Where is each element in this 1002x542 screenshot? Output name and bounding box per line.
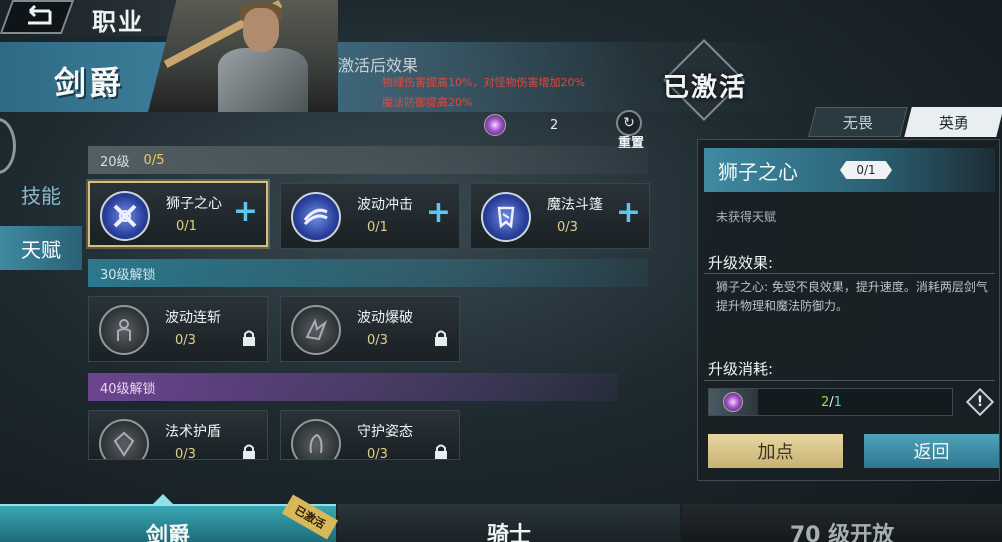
tier-header-30: 30级解锁 xyxy=(88,259,648,287)
wave-burst-icon xyxy=(291,305,341,355)
lion-heart-icon xyxy=(100,191,150,241)
talent-gem-icon xyxy=(723,392,743,412)
tier-header-20: 20级 0/5 xyxy=(88,146,648,174)
lock-icon xyxy=(243,444,255,459)
talent-node-wave-strike[interactable]: 波动冲击 0/1 + xyxy=(280,183,460,249)
lock-icon xyxy=(435,330,447,346)
divider xyxy=(704,380,995,381)
talent-count: 0/1 xyxy=(176,219,197,234)
tier-label: 20级 xyxy=(100,154,130,170)
talent-count: 0/3 xyxy=(557,220,578,235)
spell-shield-icon xyxy=(99,419,149,459)
cost-text: 2/1 xyxy=(821,395,842,410)
activation-effect-line: 魔法防御提高20% xyxy=(382,96,473,109)
lock-icon xyxy=(435,444,447,459)
plus-icon[interactable]: + xyxy=(233,197,258,227)
talent-gem-icon xyxy=(484,114,506,136)
mode-tabs: 无畏 英勇 xyxy=(808,107,1002,137)
talent-name: 魔法斗篷 xyxy=(547,197,603,213)
talent-name: 波动连斩 xyxy=(165,310,221,326)
talent-node-magic-cloak[interactable]: 魔法斗篷 0/3 + xyxy=(470,183,650,249)
activated-badge: 已激活 xyxy=(655,38,755,125)
class-name: 剑爵 xyxy=(54,64,125,102)
talent-count: 0/3 xyxy=(367,447,388,460)
detail-header: 狮子之心 0/1 xyxy=(704,148,995,192)
talent-name: 狮子之心 xyxy=(166,196,222,212)
talent-count: 0/3 xyxy=(175,447,196,460)
tier-header-40: 40级解锁 xyxy=(88,373,618,401)
talent-node-guard-stance[interactable]: 守护姿态 0/3 xyxy=(280,410,460,460)
back-arrow-icon xyxy=(28,5,52,25)
talent-detail-panel: 狮子之心 0/1 未获得天赋 升级效果: 狮子之心: 免受不良效果，提升速度。消… xyxy=(697,139,1000,481)
magic-cloak-icon xyxy=(481,192,531,242)
tab-talent[interactable]: 天赋 xyxy=(0,226,82,270)
tab-heroic[interactable]: 英勇 xyxy=(904,107,1002,137)
talent-name: 波动爆破 xyxy=(357,310,413,326)
add-point-button[interactable]: 加点 xyxy=(708,434,843,468)
talent-node-spell-shield[interactable]: 法术护盾 0/3 xyxy=(88,410,268,460)
hero-portrait xyxy=(148,0,338,112)
talent-name: 波动冲击 xyxy=(357,197,413,213)
cost-progress-bar: 2/1 xyxy=(708,388,953,416)
tab-skills[interactable]: 技能 xyxy=(0,172,82,216)
activation-effect-line: 物理伤害提高10%，对怪物伤害增加20% xyxy=(382,76,585,89)
return-button[interactable]: 返回 xyxy=(864,434,999,468)
bottom-nav: 剑爵 骑士 70 级开放 xyxy=(0,504,1002,542)
back-button[interactable] xyxy=(0,0,75,34)
detail-status: 未获得天赋 xyxy=(716,210,777,224)
page-title: 职业 xyxy=(92,8,144,36)
talent-node-lion-heart[interactable]: 狮子之心 0/1 + xyxy=(88,181,268,247)
talent-name: 守护姿态 xyxy=(357,424,413,440)
tier-progress: 0/5 xyxy=(143,152,165,168)
talent-node-wave-burst[interactable]: 波动爆破 0/3 xyxy=(280,296,460,362)
info-icon[interactable]: ! xyxy=(964,387,996,417)
plus-icon[interactable]: + xyxy=(616,198,641,228)
tier-label: 40级解锁 xyxy=(100,381,156,397)
plus-icon[interactable]: + xyxy=(426,198,451,228)
side-ring-decoration xyxy=(0,118,16,174)
divider xyxy=(704,273,995,274)
wave-strike-icon xyxy=(291,192,341,242)
talent-count: 0/3 xyxy=(175,333,196,348)
lock-icon xyxy=(243,330,255,346)
nav-class-knight[interactable]: 骑士 xyxy=(338,504,680,542)
talent-points-value: 2 xyxy=(550,118,559,133)
effect-section-title: 升级效果: xyxy=(708,254,774,272)
activated-label: 已激活 xyxy=(662,72,747,103)
detail-level-badge: 0/1 xyxy=(840,161,892,179)
detail-talent-name: 狮子之心 xyxy=(718,160,798,184)
talent-count: 0/3 xyxy=(367,333,388,348)
talent-node-wave-combo[interactable]: 波动连斩 0/3 xyxy=(88,296,268,362)
talent-count: 0/1 xyxy=(367,220,388,235)
cost-section-title: 升级消耗: xyxy=(708,360,774,378)
tier-label: 30级解锁 xyxy=(100,267,156,283)
guard-stance-icon xyxy=(291,419,341,459)
tab-fearless[interactable]: 无畏 xyxy=(808,107,908,137)
nav-class-locked[interactable]: 70 级开放 xyxy=(682,504,1002,542)
nav-pointer xyxy=(153,494,173,504)
reset-button[interactable]: ↻ 重置 xyxy=(612,110,652,151)
wave-combo-icon xyxy=(99,305,149,355)
activation-effect-title: 激活后效果 xyxy=(338,56,419,75)
effect-description: 狮子之心: 免受不良效果，提升速度。消耗两层剑气提升物理和魔法防御力。 xyxy=(716,280,988,313)
talent-name: 法术护盾 xyxy=(165,424,221,440)
